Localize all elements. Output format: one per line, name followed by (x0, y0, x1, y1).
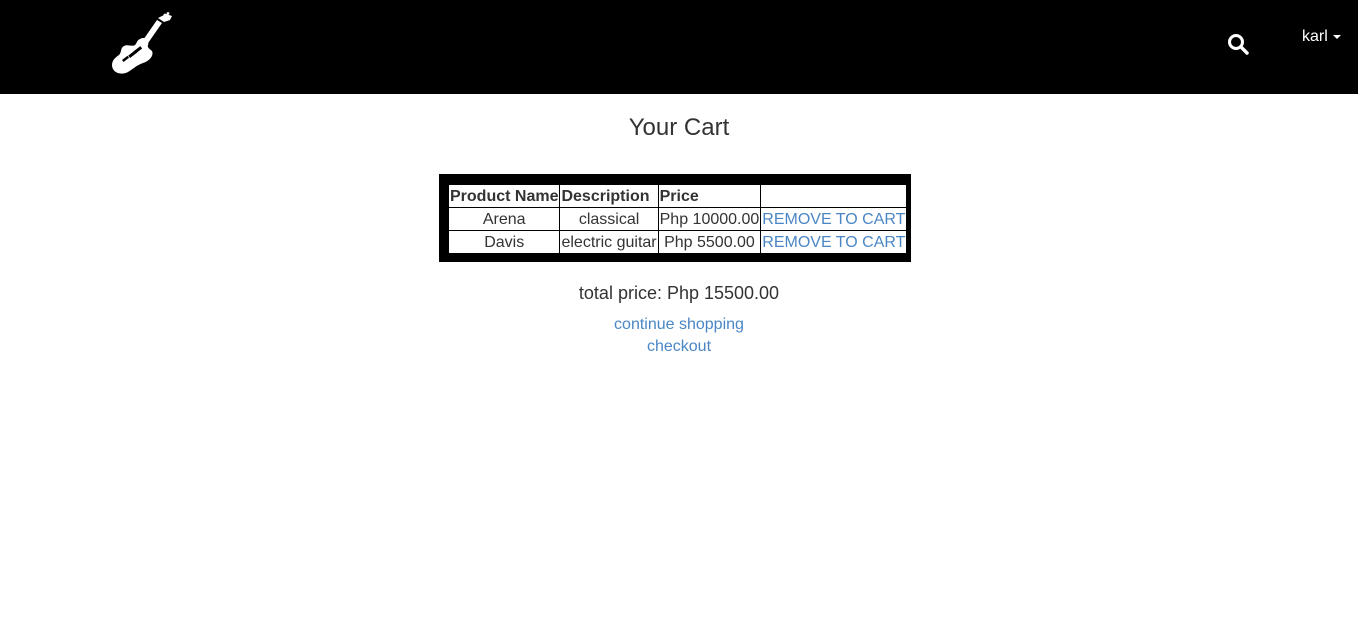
column-header-price: Price (657, 184, 762, 208)
table-row: Arena classical Php 10000.00 REMOVE TO C… (447, 207, 908, 231)
column-header-product-name: Product Name (447, 184, 561, 208)
remove-from-cart-link[interactable]: REMOVE TO CART (762, 234, 905, 251)
action-cell: REMOVE TO CART (760, 230, 908, 254)
guitar-logo-icon[interactable] (110, 12, 174, 74)
table-header-row: Product Name Description Price (447, 184, 908, 208)
caret-down-icon (1332, 34, 1341, 39)
price-cell: Php 10000.00 (657, 207, 762, 231)
continue-shopping-link[interactable]: continue shopping (614, 314, 744, 336)
cart-table-container: Product Name Description Price Arena cla… (439, 174, 911, 262)
search-icon[interactable] (1226, 32, 1250, 56)
column-header-action (760, 184, 908, 208)
user-name: karl (1302, 28, 1328, 45)
page-title: Your Cart (628, 114, 730, 141)
checkout-link[interactable]: checkout (647, 336, 711, 358)
total-price: total price: Php 15500.00 (578, 283, 780, 303)
table-row: Davis electric guitar Php 5500.00 REMOVE… (447, 230, 908, 254)
remove-from-cart-link[interactable]: REMOVE TO CART (762, 211, 905, 228)
description-cell: electric guitar (559, 230, 659, 254)
product-name-cell: Arena (447, 207, 561, 231)
price-cell: Php 5500.00 (657, 230, 762, 254)
cart-actions: continue shopping checkout (0, 314, 1358, 358)
action-cell: REMOVE TO CART (760, 207, 908, 231)
cart-table: Product Name Description Price Arena cla… (447, 184, 908, 254)
description-cell: classical (559, 207, 659, 231)
column-header-description: Description (559, 184, 659, 208)
top-navbar: karl (0, 0, 1358, 94)
product-name-cell: Davis (447, 230, 561, 254)
user-dropdown[interactable]: karl (1302, 28, 1341, 46)
